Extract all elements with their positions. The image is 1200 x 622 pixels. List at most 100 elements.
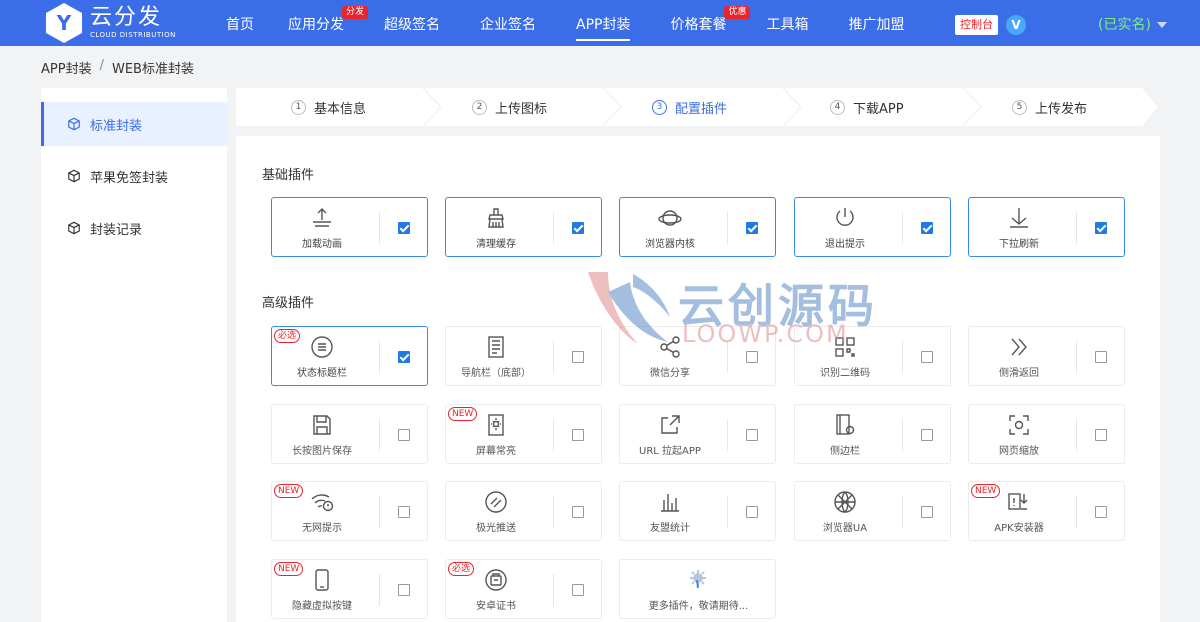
nav-item-5[interactable]: 价格套餐 优惠: [650, 0, 751, 46]
plugin-checkbox[interactable]: [921, 428, 933, 441]
card-divider: [902, 212, 903, 244]
nav-item-4[interactable]: APP封装: [556, 0, 650, 46]
plugin-card[interactable]: 状态标题栏 必选: [271, 326, 428, 386]
plugin-card[interactable]: 屏幕常亮 NEW: [445, 403, 602, 464]
plugin-card[interactable]: 友盟统计: [619, 481, 776, 541]
nav-item-label: 价格套餐: [670, 17, 727, 33]
plugin-checkbox[interactable]: [572, 351, 584, 363]
plugin-checkbox[interactable]: [921, 506, 933, 518]
plugin-checkbox[interactable]: [572, 506, 584, 518]
plugin-card[interactable]: 长按图片保存: [271, 403, 428, 464]
plugin-label: 长按图片保存: [292, 445, 352, 457]
plugin-checkbox[interactable]: [572, 222, 584, 234]
plugin-checkbox[interactable]: [921, 222, 933, 234]
nav-item-label: 工具箱: [766, 17, 809, 33]
logo-text: 云分发 CLOUD DISTRIBUTION: [90, 7, 176, 39]
plugin-card[interactable]: 退出提示: [794, 197, 951, 257]
plugin-checkbox[interactable]: [1095, 506, 1107, 518]
apk-install-icon: [1007, 490, 1031, 514]
document-icon: [484, 335, 508, 359]
double-chevron-icon: [1007, 335, 1031, 359]
plugin-checkbox[interactable]: [1095, 222, 1107, 234]
brand-name-en: CLOUD DISTRIBUTION: [90, 31, 176, 39]
card-divider: [379, 496, 380, 528]
sidebar-item-2[interactable]: 封装记录: [41, 206, 227, 250]
plugin-card[interactable]: 浏览器内核: [619, 197, 776, 257]
plugin-tag: NEW: [448, 406, 478, 421]
plugin-checkbox[interactable]: [572, 583, 584, 596]
sidebar-item-0[interactable]: 标准封装: [41, 102, 227, 146]
step-label: 上传图标: [495, 101, 548, 117]
plugin-card[interactable]: 安卓证书 必选: [445, 558, 602, 619]
step-2[interactable]: 3 配置插件: [652, 88, 727, 126]
plugin-card[interactable]: 导航栏（底部）: [445, 326, 602, 386]
nav-item-label: 超级签名: [384, 17, 440, 33]
plugin-tag: 必选: [274, 329, 301, 343]
plugin-checkbox[interactable]: [1095, 351, 1107, 363]
zoom-frame-icon: [1007, 413, 1031, 437]
step-4[interactable]: 5 上传发布: [1012, 88, 1087, 126]
logo-mark-icon: Y: [46, 3, 82, 43]
plugin-checkbox[interactable]: [746, 222, 758, 234]
plugin-label: APK安装器: [994, 523, 1044, 534]
plugin-card[interactable]: 清理缓存: [445, 197, 602, 257]
plugin-card[interactable]: 下拉刷新: [968, 197, 1125, 257]
step-number: 2: [472, 99, 487, 115]
plugin-checkbox[interactable]: [921, 351, 933, 363]
plugin-card[interactable]: 微信分享: [619, 326, 776, 386]
nav-item-label: 推广加盟: [848, 17, 905, 33]
breadcrumb-separator: /: [99, 58, 104, 73]
card-divider: [553, 212, 554, 244]
breadcrumb: APP封装 / WEB标准封装: [41, 58, 194, 77]
plugin-card[interactable]: 加载动画: [271, 197, 428, 257]
plugin-card[interactable]: 极光推送: [445, 481, 602, 541]
step-3[interactable]: 4 下载APP: [830, 88, 904, 126]
plugin-checkbox[interactable]: [398, 222, 410, 234]
nav-item-2[interactable]: 超级签名: [364, 0, 460, 46]
user-menu[interactable]: (已实名): [1098, 15, 1167, 35]
console-button[interactable]: 控制台: [955, 15, 998, 35]
plugin-checkbox[interactable]: [1095, 428, 1107, 441]
plugin-label: 极光推送: [476, 523, 516, 534]
nav-item-1[interactable]: 应用分发 分发: [268, 0, 368, 46]
plugin-card[interactable]: 浏览器UA: [794, 481, 951, 541]
plugin-card[interactable]: 无网提示 NEW: [271, 481, 428, 541]
nav-item-7[interactable]: 推广加盟: [828, 0, 924, 46]
plugin-card[interactable]: URL 拉起APP: [619, 403, 776, 464]
plugin-card[interactable]: 隐藏虚拟按键 NEW: [271, 558, 428, 619]
user-status-label: (已实名): [1098, 17, 1151, 33]
sidebar-item-1[interactable]: 苹果免签封装: [41, 154, 227, 198]
cube-icon: [68, 221, 80, 235]
card-divider: [902, 418, 903, 451]
sidebar-item-label: 封装记录: [90, 222, 143, 238]
breadcrumb-parent[interactable]: APP封装: [41, 58, 92, 77]
nav-item-3[interactable]: 企业签名: [460, 0, 556, 46]
plugin-card[interactable]: 侧滑返回: [968, 326, 1125, 386]
screen-brightness-icon: [484, 413, 508, 437]
step-1[interactable]: 2 上传图标: [472, 88, 547, 126]
card-divider: [553, 341, 554, 373]
plugin-card[interactable]: 识别二维码: [794, 326, 951, 386]
plugin-label: 更多插件，敬请期待...: [648, 600, 749, 612]
nav-item-0[interactable]: 首页: [212, 0, 268, 46]
card-divider: [553, 418, 554, 451]
step-0[interactable]: 1 基本信息: [291, 88, 366, 126]
plugin-checkbox[interactable]: [746, 506, 758, 518]
plugin-checkbox[interactable]: [398, 506, 410, 518]
plugin-card[interactable]: APK安装器 NEW: [968, 481, 1125, 541]
plugin-label: 网页缩放: [999, 445, 1039, 457]
card-divider: [1076, 212, 1077, 244]
logo[interactable]: Y 云分发 CLOUD DISTRIBUTION: [44, 3, 176, 43]
plugin-checkbox[interactable]: [572, 428, 584, 441]
gear-more-icon: [686, 568, 710, 592]
plugin-checkbox[interactable]: [746, 428, 758, 441]
nav-item-6[interactable]: 工具箱: [746, 0, 828, 46]
plugin-card[interactable]: 网页缩放: [968, 403, 1125, 464]
plugin-checkbox[interactable]: [746, 351, 758, 363]
plugin-checkbox[interactable]: [398, 583, 410, 596]
plugin-checkbox[interactable]: [398, 428, 410, 441]
nav-item-label: 首页: [226, 17, 254, 33]
vip-badge-icon[interactable]: V: [1006, 15, 1026, 35]
plugin-card[interactable]: 侧边栏: [794, 403, 951, 464]
plugin-checkbox[interactable]: [398, 351, 410, 363]
